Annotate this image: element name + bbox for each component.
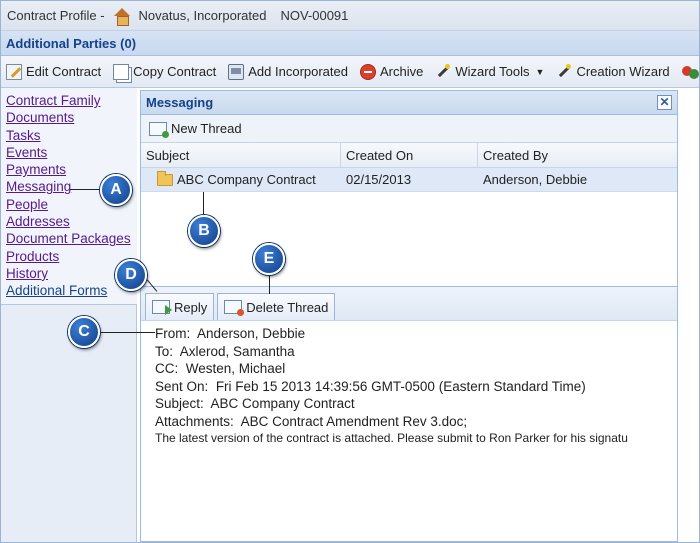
sidebar-item-additional-forms[interactable]: Additional Forms: [6, 282, 137, 299]
company-name: Novatus, Incorporated: [138, 8, 267, 23]
contract-id: NOV-00091: [280, 8, 349, 23]
reply-button[interactable]: Reply: [145, 293, 215, 320]
edit-icon: [6, 63, 22, 80]
sidebar-item-tasks[interactable]: Tasks: [6, 127, 137, 144]
callout-e: E: [253, 243, 285, 275]
callout-c: C: [68, 316, 100, 348]
archive-icon: [359, 63, 376, 80]
sidebar-item-products[interactable]: Products: [6, 248, 137, 265]
attachment-link: ABC Contract Amendment Rev 3.doc;: [240, 413, 468, 429]
new-thread-bar: New Thread: [141, 115, 677, 143]
chevron-down-icon: ▼: [535, 66, 545, 77]
tool-icon: [681, 64, 699, 80]
overflow-tool-button[interactable]: [681, 64, 699, 80]
sidebar-item-addresses[interactable]: Addresses: [6, 213, 137, 230]
house-icon: [113, 7, 131, 26]
edit-contract-button[interactable]: Edit Contract: [6, 63, 102, 80]
sidebar-item-events[interactable]: Events: [6, 144, 137, 161]
thread-created-by: Anderson, Debbie: [483, 172, 588, 187]
close-icon[interactable]: ✕: [657, 95, 672, 110]
add-incorporated-button[interactable]: Add Incorporated: [228, 63, 348, 80]
creation-wizard-button[interactable]: Creation Wizard: [556, 63, 670, 80]
delete-icon: [224, 300, 245, 316]
callout-b: B: [188, 215, 220, 247]
edit-contract-label: Edit Contract: [26, 64, 102, 79]
wizard-tools-label: Wizard Tools: [455, 64, 530, 79]
copy-icon: [113, 63, 130, 80]
printer-icon: [228, 63, 245, 80]
sidebar-item-documents[interactable]: Documents: [6, 109, 137, 126]
table-row[interactable]: ABC Company Contract 02/15/2013 Anderson…: [141, 168, 677, 192]
additional-parties-label: Additional Parties (0): [6, 35, 137, 51]
title-bar: Contract Profile - Novatus, Incorporated…: [1, 1, 699, 31]
wand-icon: [556, 63, 572, 80]
sidebar: Contract Family Documents Tasks Events P…: [1, 88, 137, 542]
messaging-panel: Messaging ✕ New Thread Subject Created O…: [140, 90, 678, 542]
copy-contract-label: Copy Contract: [133, 64, 217, 79]
sidebar-item-document-packages[interactable]: Document Packages: [6, 230, 137, 247]
callout-b-leader: [203, 192, 204, 216]
message-subject: Subject: ABC Company Contract: [155, 396, 355, 411]
message-toolbar: Reply Delete Thread: [141, 287, 677, 321]
sidebar-item-contract-family[interactable]: Contract Family: [6, 92, 137, 109]
callout-a-leader: [70, 189, 102, 190]
copy-contract-button[interactable]: Copy Contract: [113, 63, 217, 80]
wizard-tools-button[interactable]: Wizard Tools ▼: [435, 63, 545, 80]
reply-icon: [152, 300, 172, 315]
wand-icon: [435, 63, 451, 80]
thread-grid-header: Subject Created On Created By: [141, 143, 677, 168]
folder-icon: [157, 170, 173, 186]
thread-grid-empty-area: [141, 192, 677, 287]
new-thread-button[interactable]: New Thread: [149, 121, 242, 138]
add-incorporated-label: Add Incorporated: [248, 64, 348, 79]
archive-button[interactable]: Archive: [359, 63, 424, 80]
column-created-on[interactable]: Created On: [341, 143, 478, 167]
delete-thread-button[interactable]: Delete Thread: [217, 293, 336, 320]
new-thread-icon: [149, 121, 169, 138]
thread-subject: ABC Company Contract: [177, 172, 316, 187]
callout-a: A: [100, 174, 132, 206]
callout-e-leader: [269, 274, 270, 294]
title-label: Contract Profile -: [7, 8, 105, 23]
toolbar: Edit Contract Copy Contract Add Incorpor…: [1, 56, 699, 88]
delete-thread-label: Delete Thread: [246, 299, 329, 315]
reply-label: Reply: [174, 299, 208, 315]
callout-d: D: [115, 259, 147, 291]
message-detail: From: Anderson, Debbie To: Axlerod, Sama…: [141, 321, 677, 448]
new-thread-label: New Thread: [171, 121, 242, 136]
callout-c-leader: [100, 332, 155, 333]
creation-wizard-label: Creation Wizard: [576, 64, 670, 79]
message-from: From: Anderson, Debbie: [155, 326, 306, 341]
message-cc: CC: Westen, Michael: [155, 361, 286, 376]
message-to: To: Axlerod, Samantha: [155, 343, 295, 359]
message-sent-on: Sent On: Fri Feb 15 2013 14:39:56 GMT-05…: [155, 378, 586, 394]
column-created-by[interactable]: Created By: [478, 143, 677, 167]
archive-label: Archive: [379, 64, 424, 79]
column-subject[interactable]: Subject: [141, 143, 341, 167]
message-attachments: Attachments: ABC Contract Amendment Rev …: [155, 413, 468, 429]
additional-parties-bar[interactable]: Additional Parties (0): [1, 31, 699, 56]
thread-created-on: 02/15/2013: [346, 172, 412, 187]
message-body: The latest version of the contract is at…: [155, 431, 628, 445]
messaging-title: Messaging: [146, 95, 214, 110]
messaging-header: Messaging ✕: [141, 91, 677, 115]
